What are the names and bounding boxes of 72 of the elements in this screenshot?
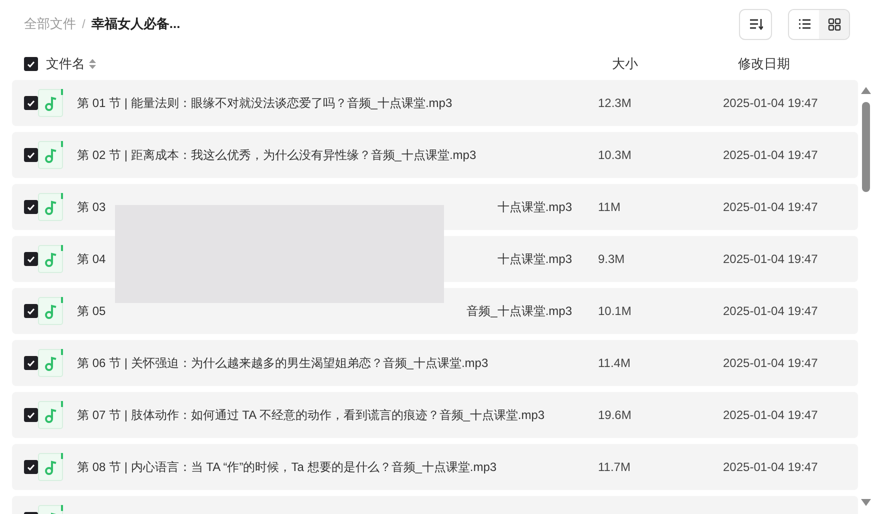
file-name[interactable]: 第 01 节 | 能量法则：眼缘不对就没法谈恋爱了吗？音频_十点课堂.mp3 [77, 94, 452, 112]
modified-date: 2025-01-04 19:47 [723, 95, 818, 112]
file-name[interactable]: 十点课堂.mp3 [497, 198, 572, 216]
file-size: 9.3M [598, 252, 625, 266]
checkmark-icon [27, 256, 35, 262]
audio-file-icon [38, 245, 64, 273]
audio-file-icon [38, 193, 64, 221]
file-name[interactable]: 第 07 节 | 肢体动作：如何通过 TA 不经意的动作，看到谎言的痕迹？音频_十点课堂.mp3 [77, 406, 545, 424]
sort-button[interactable] [739, 8, 772, 40]
modified-date: 2025-01-04 19:47 [723, 199, 818, 216]
scrollbar-thumb[interactable] [862, 102, 870, 192]
checkmark-icon [27, 464, 35, 470]
breadcrumb-separator: / [82, 16, 86, 33]
file-name[interactable]: 第 04 [77, 250, 106, 268]
modified-date: 2025-01-04 19:47 [723, 251, 818, 268]
file-size: 11.4M [598, 356, 630, 370]
file-row[interactable]: 第 01 节 | 能量法则：眼缘不对就没法谈恋爱了吗？音频_十点课堂.mp3 12.3M 2025-01-04 19:47 [12, 80, 858, 126]
grid-icon [828, 18, 840, 30]
file-size: 19.6M [598, 408, 632, 422]
modified-date: 2025-01-04 19:47 [723, 459, 818, 476]
scroll-down-arrow[interactable] [861, 499, 871, 506]
file-size: 10.3M [598, 148, 632, 162]
sort-arrows-icon[interactable] [89, 59, 96, 69]
file-size: 11M [598, 200, 620, 214]
column-header[interactable]: 文件名 [46, 54, 85, 74]
audio-file-icon [38, 141, 64, 169]
checkbox[interactable] [24, 460, 38, 474]
list-icon [798, 18, 810, 30]
column-header[interactable]: 修改日期 [738, 54, 790, 74]
checkbox[interactable] [24, 304, 38, 318]
sort-icon [748, 18, 762, 30]
file-name[interactable]: 第 06 节 | 关怀强迫：为什么越来越多的男生渴望姐弟恋？音频_十点课堂.mp3 [77, 354, 488, 372]
file-name[interactable]: 音频_十点课堂.mp3 [466, 302, 572, 320]
modified-date: 2025-01-04 19:47 [723, 407, 818, 424]
file-row[interactable]: 第 06 节 | 关怀强迫：为什么越来越多的男生渴望姐弟恋？音频_十点课堂.mp3 11.4M 2025-01-04 19:47 [12, 340, 858, 386]
checkbox[interactable] [24, 57, 38, 71]
checkmark-icon [27, 412, 35, 418]
column-header[interactable]: 大小 [612, 54, 638, 74]
file-row[interactable]: 第 07 节 | 肢体动作：如何通过 TA 不经意的动作，看到谎言的痕迹？音频_十点课堂.mp3 19.6M 2025-01-04 19:47 [12, 392, 858, 438]
modified-date: 2025-01-04 19:47 [723, 355, 818, 372]
modified-date: 2025-01-04 19:47 [723, 303, 818, 320]
file-name[interactable]: 第 08 节 | 内心语言：当 TA “作”的时候，Ta 想要的是什么？音频_十点课堂.mp3 [77, 458, 497, 476]
file-name[interactable]: 第 03 [77, 198, 106, 216]
audio-file-icon [38, 453, 64, 481]
scroll-up-arrow[interactable] [861, 87, 871, 94]
checkmark-icon [27, 152, 35, 158]
checkbox[interactable] [24, 148, 38, 162]
checkmark-icon [27, 204, 35, 210]
file-row[interactable]: 第 02 节 | 距离成本：我这么优秀，为什么没有异性缘？音频_十点课堂.mp3 10.3M 2025-01-04 19:47 [12, 132, 858, 178]
file-size: 10.1M [598, 304, 632, 318]
audio-file-icon [38, 297, 64, 325]
audio-file-icon [38, 89, 64, 117]
checkbox[interactable] [24, 356, 38, 370]
checkbox[interactable] [24, 252, 38, 266]
file-size: 12.3M [598, 96, 632, 110]
file-name[interactable]: 第 02 节 | 距离成本：我这么优秀，为什么没有异性缘？音频_十点课堂.mp3 [77, 146, 476, 164]
checkbox[interactable] [24, 200, 38, 214]
grid-view-button[interactable] [819, 10, 849, 38]
checkbox[interactable] [24, 96, 38, 110]
audio-file-icon [38, 349, 64, 377]
checkmark-icon [27, 100, 35, 106]
modified-date: 2025-01-04 19:47 [723, 147, 818, 164]
audio-file-icon [38, 401, 64, 429]
checkmark-icon [27, 308, 35, 314]
file-name[interactable]: 十点课堂.mp3 [497, 250, 572, 268]
checkmark-icon [27, 360, 35, 366]
file-name[interactable]: 第 05 [77, 302, 106, 320]
file-size: 11.7M [598, 460, 630, 474]
checkmark-icon [27, 60, 35, 68]
file-row[interactable]: 第 08 节 | 内心语言：当 TA “作”的时候，Ta 想要的是什么？音频_十点课堂.mp3 11.7M 2025-01-04 19:47 [12, 444, 858, 490]
breadcrumb-current: 幸福女人必备... [91, 15, 180, 34]
checkbox[interactable] [24, 408, 38, 422]
